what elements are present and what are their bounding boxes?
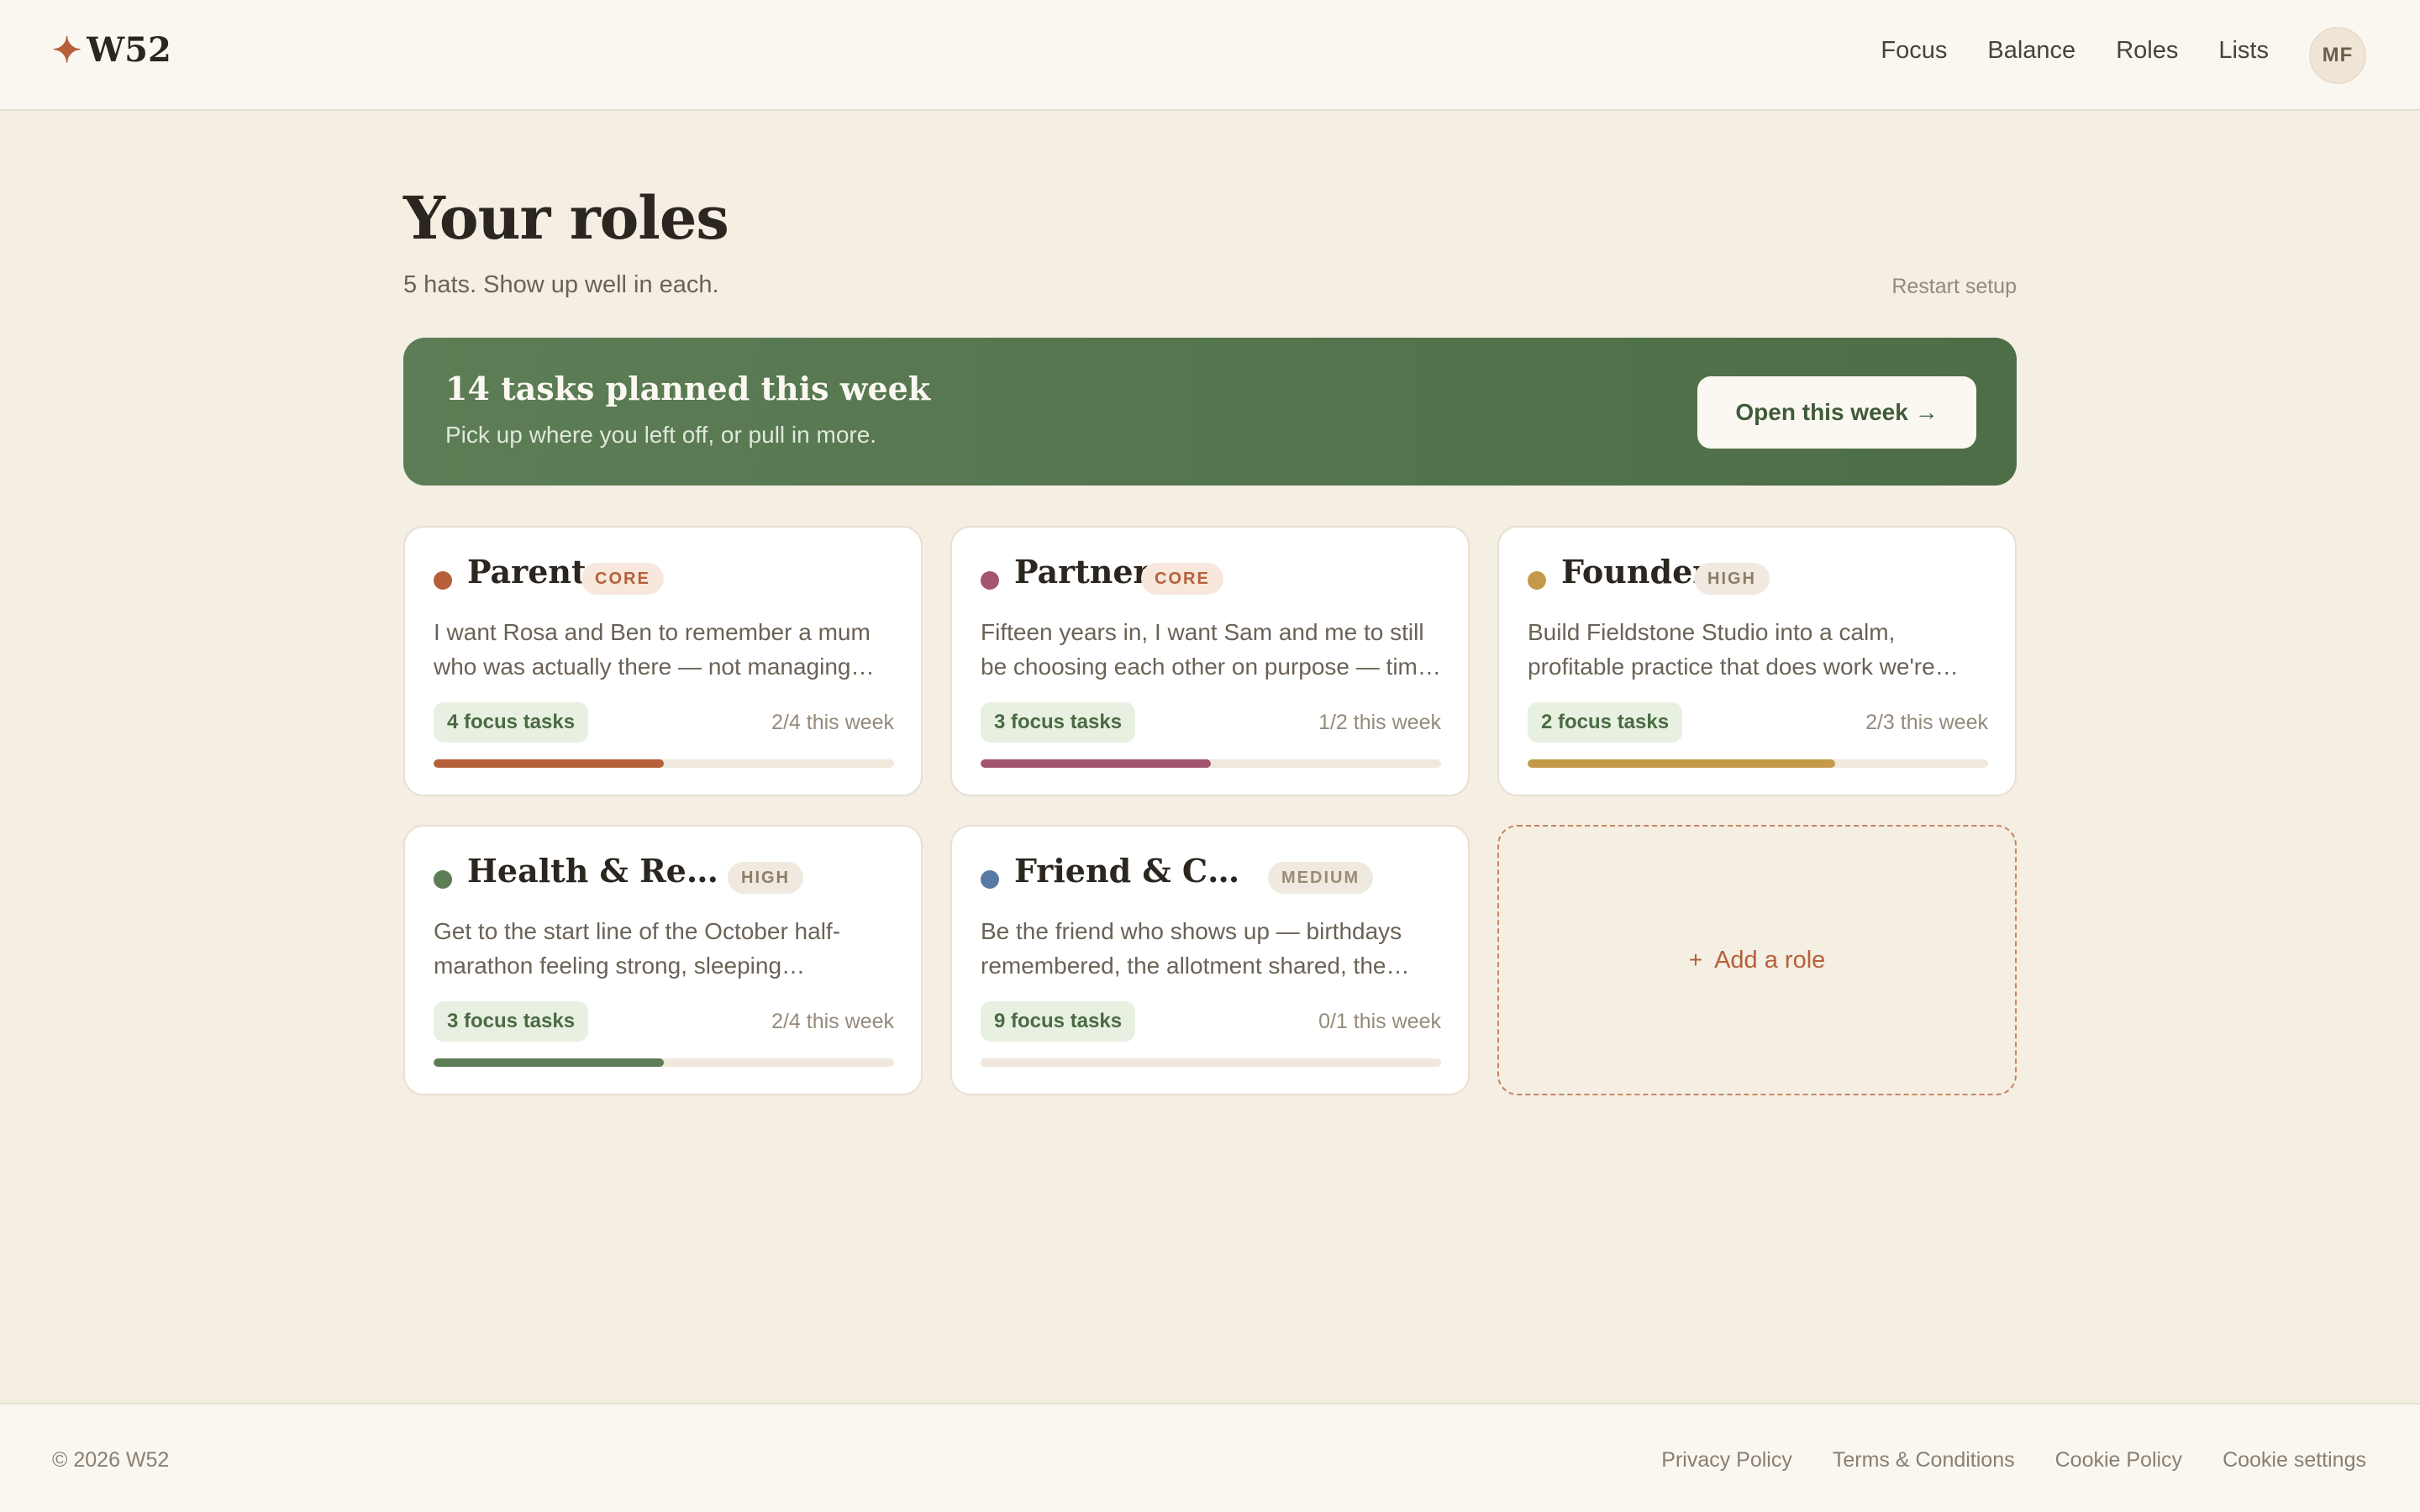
restart-setup-link[interactable]: Restart setup xyxy=(1891,275,2017,299)
add-role-card[interactable]: + Add a role xyxy=(1497,825,2017,1095)
open-this-week-button[interactable]: Open this week → xyxy=(1697,376,1976,449)
sparkle-icon: ✦ xyxy=(52,29,82,71)
top-bar: ✦ W52 Focus Balance Roles Lists MF xyxy=(0,0,2420,111)
role-description-line: profitable practice that does work we're… xyxy=(1528,654,1959,680)
role-description-line: who was actually there — not managing… xyxy=(434,654,875,680)
focus-tasks-chip[interactable]: 3 focus tasks xyxy=(434,1001,589,1042)
main-nav: Focus Balance Roles Lists xyxy=(1881,37,2269,65)
priority-badge: MEDIUM xyxy=(1268,862,1374,894)
nav-item-focus[interactable]: Focus xyxy=(1881,37,1947,65)
role-description-line: marathon feeling strong, sleeping… xyxy=(434,953,806,979)
role-name: Parent xyxy=(467,553,587,591)
progress-bar xyxy=(434,759,894,768)
role-description: Fifteen years in, I want Sam and me to s… xyxy=(981,615,1448,684)
progress-bar xyxy=(1528,759,1988,768)
role-color-dot xyxy=(981,571,999,590)
focus-tasks-chip[interactable]: 9 focus tasks xyxy=(981,1001,1136,1042)
role-description-line: be choosing each other on purpose — tim… xyxy=(981,654,1441,680)
role-card-partner[interactable]: Partner CORE Fifteen years in, I want Sa… xyxy=(950,526,1470,796)
week-progress-text: 2/3 this week xyxy=(1865,711,1988,734)
logo[interactable]: ✦ W52 xyxy=(52,30,171,70)
focus-tasks-chip[interactable]: 2 focus tasks xyxy=(1528,702,1683,743)
cookie-policy-link[interactable]: Cookie Policy xyxy=(2055,1448,2182,1473)
role-color-dot xyxy=(1528,571,1546,590)
role-description-line: Be the friend who shows up — birthdays xyxy=(981,918,1402,944)
role-color-dot xyxy=(981,870,999,889)
page-title: Your roles xyxy=(403,183,729,253)
subtitle-row: 5 hats. Show up well in each. Restart se… xyxy=(403,271,2017,305)
role-description: Build Fieldstone Studio into a calm, pro… xyxy=(1528,615,1995,684)
role-card-friend-community[interactable]: Friend & Com… MEDIUM Be the friend who s… xyxy=(950,825,1470,1095)
progress-fill xyxy=(981,759,1211,768)
plus-icon: + xyxy=(1688,947,1703,973)
role-description-line: I want Rosa and Ben to remember a mum xyxy=(434,619,871,645)
role-name: Partner xyxy=(1014,553,1150,591)
priority-badge: HIGH xyxy=(728,862,803,894)
role-color-dot xyxy=(434,571,452,590)
role-description-line: remembered, the allotment shared, the… xyxy=(981,953,1410,979)
logo-text: W52 xyxy=(87,30,171,70)
terms-link[interactable]: Terms & Conditions xyxy=(1833,1448,2015,1473)
week-progress-text: 0/1 this week xyxy=(1318,1010,1441,1033)
role-name: Health & Renewal xyxy=(467,852,719,890)
privacy-policy-link[interactable]: Privacy Policy xyxy=(1661,1448,1792,1473)
focus-tasks-chip[interactable]: 4 focus tasks xyxy=(434,702,589,743)
footer-links: Privacy Policy Terms & Conditions Cookie… xyxy=(1661,1448,2366,1473)
role-color-dot xyxy=(434,870,452,889)
role-name: Founder xyxy=(1561,553,1710,591)
nav-item-lists[interactable]: Lists xyxy=(2218,37,2269,65)
focus-tasks-chip[interactable]: 3 focus tasks xyxy=(981,702,1136,743)
progress-fill xyxy=(434,1058,664,1067)
progress-bar xyxy=(434,1058,894,1067)
main-content: Your roles 5 hats. Show up well in each.… xyxy=(403,183,2017,1095)
progress-fill xyxy=(434,759,664,768)
role-description: I want Rosa and Ben to remember a mum wh… xyxy=(434,615,901,684)
roles-grid: Parent CORE I want Rosa and Ben to remem… xyxy=(403,526,2017,1095)
copyright: © 2026 W52 xyxy=(52,1448,170,1472)
role-card-health-renewal[interactable]: Health & Renewal HIGH Get to the start l… xyxy=(403,825,923,1095)
nav-item-roles[interactable]: Roles xyxy=(2116,37,2178,65)
footer: © 2026 W52 Privacy Policy Terms & Condit… xyxy=(0,1403,2420,1512)
banner-subtitle: Pick up where you left off, or pull in m… xyxy=(445,422,877,448)
progress-bar xyxy=(981,759,1441,768)
role-description-line: Fifteen years in, I want Sam and me to s… xyxy=(981,619,1424,645)
week-progress-text: 2/4 this week xyxy=(771,1010,894,1033)
page-subtitle: 5 hats. Show up well in each. xyxy=(403,271,719,298)
progress-fill xyxy=(1528,759,1835,768)
priority-badge: CORE xyxy=(1141,563,1223,595)
add-role-label: Add a role xyxy=(1714,946,1826,974)
role-description: Be the friend who shows up — birthdays r… xyxy=(981,914,1448,983)
week-progress-text: 2/4 this week xyxy=(771,711,894,734)
week-progress-text: 1/2 this week xyxy=(1318,711,1441,734)
role-description-line: Build Fieldstone Studio into a calm, xyxy=(1528,619,1896,645)
progress-bar xyxy=(981,1058,1441,1067)
nav-item-balance[interactable]: Balance xyxy=(1987,37,2075,65)
role-card-founder[interactable]: Founder HIGH Build Fieldstone Studio int… xyxy=(1497,526,2017,796)
week-banner: 14 tasks planned this week Pick up where… xyxy=(403,338,2017,486)
cookie-settings-link[interactable]: Cookie settings xyxy=(2223,1448,2366,1473)
role-card-parent[interactable]: Parent CORE I want Rosa and Ben to remem… xyxy=(403,526,923,796)
role-description: Get to the start line of the October hal… xyxy=(434,914,901,983)
role-description-line: Get to the start line of the October hal… xyxy=(434,918,841,944)
banner-title: 14 tasks planned this week xyxy=(445,370,931,407)
priority-badge: CORE xyxy=(581,563,664,595)
avatar[interactable]: MF xyxy=(2309,27,2366,84)
role-name: Friend & Com… xyxy=(1014,852,1241,890)
priority-badge: HIGH xyxy=(1694,563,1770,595)
